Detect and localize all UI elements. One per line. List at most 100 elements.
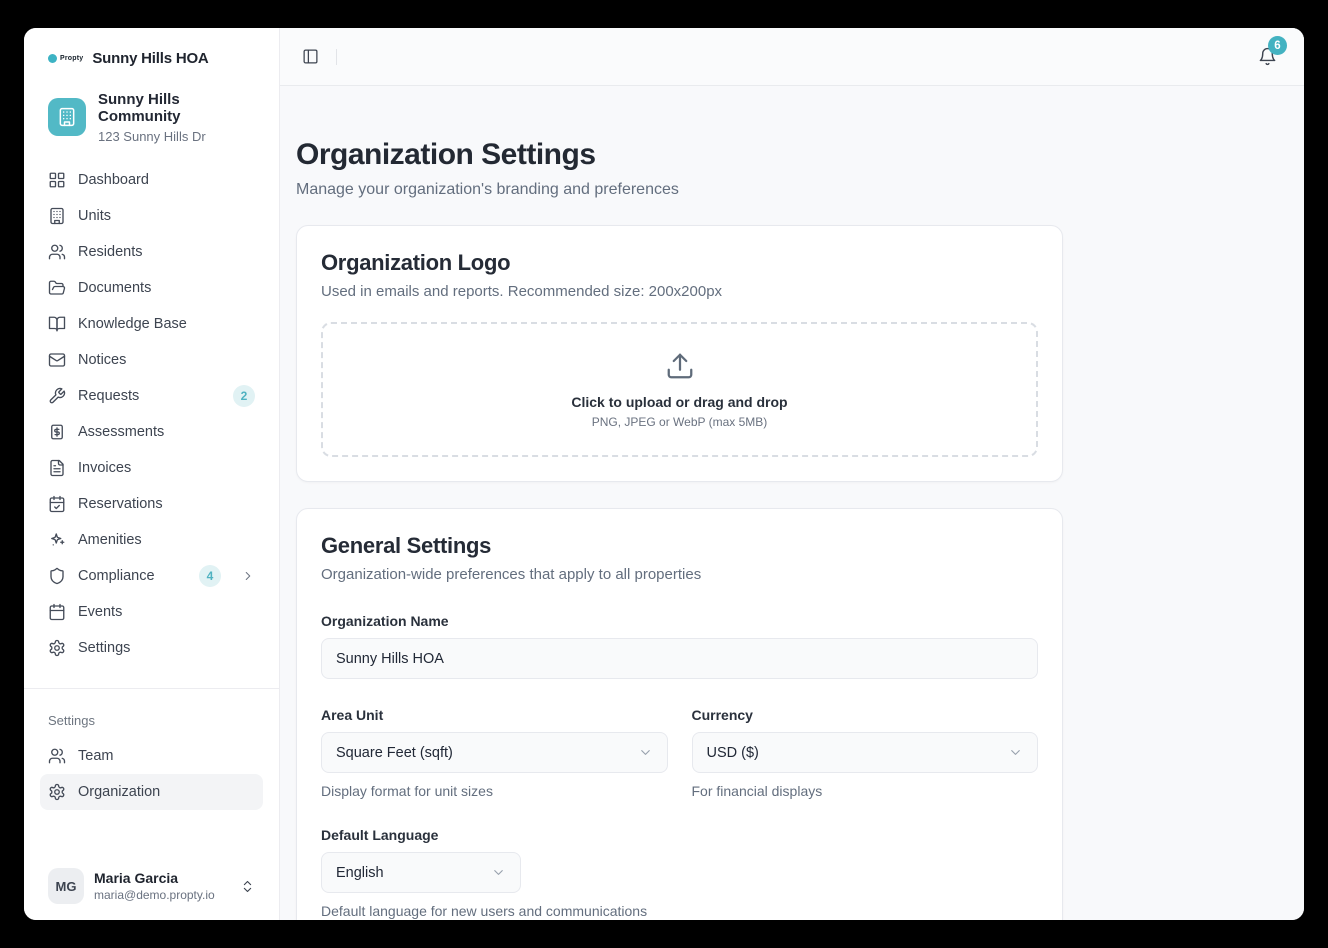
sidebar-item-amenities[interactable]: Amenities (40, 522, 263, 558)
settings-section-label: Settings (40, 713, 263, 728)
sidebar-item-label: Assessments (78, 424, 164, 440)
area-unit-select[interactable]: Square Feet (sqft) (321, 732, 668, 773)
building-icon (48, 207, 66, 225)
sidebar-spacer (40, 810, 263, 863)
sidebar-item-assessments[interactable]: Assessments (40, 414, 263, 450)
user-name: Maria Garcia (94, 870, 215, 886)
sidebar-item-label: Requests (78, 388, 139, 404)
organization-logo-card: Organization Logo Used in emails and rep… (296, 225, 1063, 482)
sidebar-item-label: Organization (78, 784, 160, 800)
currency-label: Currency (692, 707, 1039, 723)
sidebar-item-requests[interactable]: Requests 2 (40, 378, 263, 414)
sidebar-item-label: Invoices (78, 460, 131, 476)
brand-header: Propty Sunny Hills HOA (40, 44, 263, 67)
sidebar-item-label: Notices (78, 352, 126, 368)
notification-count-badge: 6 (1268, 36, 1287, 55)
gear-icon (48, 639, 66, 657)
chevron-down-icon (638, 745, 653, 760)
community-switcher[interactable]: Sunny Hills Community 123 Sunny Hills Dr (40, 91, 263, 144)
compliance-count-badge: 4 (199, 565, 221, 587)
content-scroll-area[interactable]: Organization Settings Manage your organi… (280, 86, 1304, 920)
folder-open-icon (48, 279, 66, 297)
sidebar-item-settings[interactable]: Settings (40, 630, 263, 666)
currency-field: Currency USD ($) For financial displays (692, 707, 1039, 799)
sidebar-item-team[interactable]: Team (40, 738, 263, 774)
language-label: Default Language (321, 827, 1038, 843)
sidebar-item-organization[interactable]: Organization (40, 774, 263, 810)
community-name: Sunny Hills Community (98, 91, 255, 126)
user-menu[interactable]: MG Maria Garcia maria@demo.propty.io (40, 862, 263, 906)
sidebar-item-label: Knowledge Base (78, 316, 187, 332)
currency-help: For financial displays (692, 783, 1039, 799)
users-icon (48, 747, 66, 765)
chevron-down-icon (491, 865, 506, 880)
sidebar-item-label: Events (78, 604, 122, 620)
shield-icon (48, 567, 66, 585)
sidebar-item-label: Team (78, 748, 113, 764)
sidebar-item-label: Reservations (78, 496, 163, 512)
general-card-subtitle: Organization-wide preferences that apply… (321, 566, 1038, 583)
propty-logo-text: Propty (60, 55, 83, 62)
community-address: 123 Sunny Hills Dr (98, 129, 255, 144)
sidebar-item-invoices[interactable]: Invoices (40, 450, 263, 486)
language-help: Default language for new users and commu… (321, 903, 1038, 919)
sidebar-item-label: Residents (78, 244, 142, 260)
language-value: English (336, 865, 384, 881)
dollar-receipt-icon (48, 423, 66, 441)
area-unit-field: Area Unit Square Feet (sqft) Display for… (321, 707, 668, 799)
chevron-down-icon (1008, 745, 1023, 760)
sidebar-item-label: Dashboard (78, 172, 149, 188)
organization-name-input[interactable] (321, 638, 1038, 679)
organization-name-label: Organization Name (321, 613, 1038, 629)
dropzone-hint: PNG, JPEG or WebP (max 5MB) (592, 415, 768, 429)
topbar-divider (336, 49, 337, 65)
sidebar-item-label: Amenities (78, 532, 142, 548)
calendar-icon (48, 603, 66, 621)
wrench-icon (48, 387, 66, 405)
main-nav: Dashboard Units Residents Documents Know… (40, 162, 263, 666)
sidebar-item-residents[interactable]: Residents (40, 234, 263, 270)
user-avatar: MG (48, 868, 84, 904)
sidebar-item-label: Units (78, 208, 111, 224)
sidebar-item-dashboard[interactable]: Dashboard (40, 162, 263, 198)
upload-icon (665, 351, 695, 381)
sidebar-divider (24, 688, 279, 689)
general-settings-card: General Settings Organization-wide prefe… (296, 508, 1063, 920)
sidebar-item-label: Documents (78, 280, 151, 296)
language-select[interactable]: English (321, 852, 521, 893)
settings-nav: Team Organization (40, 738, 263, 810)
community-avatar (48, 98, 86, 136)
propty-logo-icon (48, 54, 57, 63)
settings-page: Organization Settings Manage your organi… (296, 138, 1063, 920)
notifications-button[interactable]: 6 (1258, 47, 1277, 66)
currency-select[interactable]: USD ($) (692, 732, 1039, 773)
logo-upload-dropzone[interactable]: Click to upload or drag and drop PNG, JP… (321, 322, 1038, 457)
users-icon (48, 243, 66, 261)
language-field: Default Language English Default languag… (321, 827, 1038, 919)
sidebar-item-notices[interactable]: Notices (40, 342, 263, 378)
dashboard-grid-icon (48, 171, 66, 189)
area-unit-label: Area Unit (321, 707, 668, 723)
chevrons-up-down-icon (240, 879, 255, 894)
sidebar-item-units[interactable]: Units (40, 198, 263, 234)
area-unit-help: Display format for unit sizes (321, 783, 668, 799)
sidebar-item-label: Settings (78, 640, 130, 656)
calendar-check-icon (48, 495, 66, 513)
dropzone-title: Click to upload or drag and drop (571, 394, 787, 410)
sidebar-item-documents[interactable]: Documents (40, 270, 263, 306)
organization-title: Sunny Hills HOA (92, 50, 208, 67)
sidebar-item-knowledge-base[interactable]: Knowledge Base (40, 306, 263, 342)
chevron-right-icon (241, 569, 255, 583)
mail-icon (48, 351, 66, 369)
sidebar-toggle-button[interactable] (296, 43, 324, 71)
page-title: Organization Settings (296, 138, 1063, 172)
general-card-title: General Settings (321, 533, 1038, 559)
propty-logo: Propty (48, 54, 83, 63)
requests-count-badge: 2 (233, 385, 255, 407)
sparkles-icon (48, 531, 66, 549)
sidebar-item-events[interactable]: Events (40, 594, 263, 630)
book-open-icon (48, 315, 66, 333)
page-subtitle: Manage your organization's branding and … (296, 181, 1063, 199)
sidebar-item-reservations[interactable]: Reservations (40, 486, 263, 522)
sidebar-item-compliance[interactable]: Compliance 4 (40, 558, 263, 594)
